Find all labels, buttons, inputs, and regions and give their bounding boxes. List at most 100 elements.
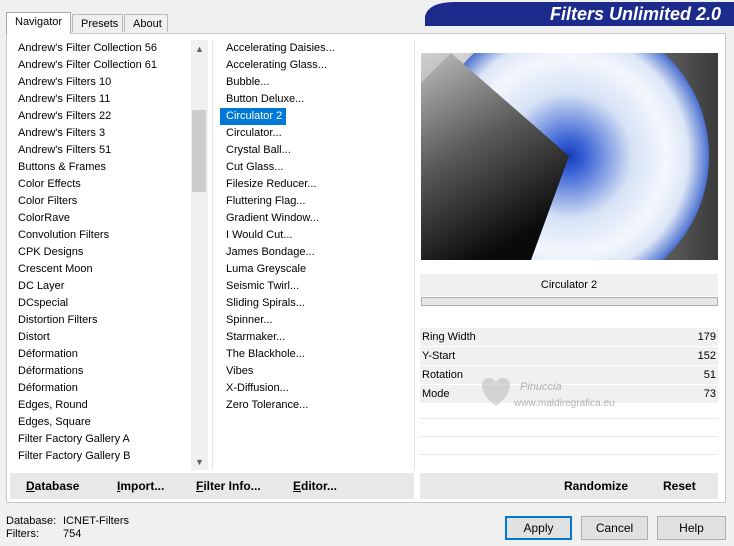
filter-item[interactable]: Accelerating Daisies... [220, 40, 410, 57]
divider [212, 40, 213, 470]
category-item[interactable]: Andrew's Filter Collection 56 [12, 40, 192, 57]
filter-item-label: Button Deluxe... [226, 93, 305, 105]
divider [420, 418, 718, 419]
category-item[interactable]: Edges, Round [12, 397, 192, 414]
svg-text:www.maldiregrafica.eu: www.maldiregrafica.eu [513, 398, 615, 409]
category-item[interactable]: Convolution Filters [12, 227, 192, 244]
filter-item-label: I Would Cut... [226, 229, 293, 241]
banner-title: Filters Unlimited 2.0 [550, 4, 721, 24]
filter-item[interactable]: Crystal Ball... [220, 142, 410, 159]
param-row[interactable]: Y-Start 152 [420, 347, 718, 366]
filters-count: 754 [63, 528, 82, 540]
category-item[interactable]: DCspecial [12, 295, 192, 312]
filter-item-label: Gradient Window... [226, 212, 319, 224]
filter-item[interactable]: Circulator... [220, 125, 410, 142]
category-item[interactable]: Andrew's Filters 3 [12, 125, 192, 142]
database-label: Database: [6, 515, 57, 527]
filter-item-label: X-Diffusion... [226, 382, 289, 394]
help-button[interactable]: Help [657, 516, 726, 540]
category-item[interactable]: ColorRave [12, 210, 192, 227]
param-value: 152 [697, 350, 716, 362]
import-button[interactable]: Import... [117, 473, 164, 499]
filter-item-label: Sliding Spirals... [226, 297, 305, 309]
filter-item[interactable]: Seismic Twirl... [220, 278, 410, 295]
filter-item[interactable]: Bubble... [220, 74, 410, 91]
category-scrollbar[interactable] [191, 40, 208, 470]
param-row[interactable]: Ring Width 179 [420, 328, 718, 347]
filter-item[interactable]: James Bondage... [220, 244, 410, 261]
filter-item-label: The Blackhole... [226, 348, 305, 360]
filter-item[interactable]: Sliding Spirals... [220, 295, 410, 312]
param-name: Y-Start [422, 350, 456, 362]
param-value: 73 [703, 388, 716, 400]
scroll-down-icon[interactable]: ▼ [191, 454, 208, 471]
category-item[interactable]: Edges, Square [12, 414, 192, 431]
reset-button[interactable]: Reset [663, 473, 696, 499]
filter-item[interactable]: Cut Glass... [220, 159, 410, 176]
category-item[interactable]: Déformation [12, 380, 192, 397]
apply-button[interactable]: Apply [505, 516, 572, 540]
filter-item[interactable]: Luma Greyscale [220, 261, 410, 278]
category-item[interactable]: Andrew's Filters 22 [12, 108, 192, 125]
param-value: 179 [697, 331, 716, 343]
filter-item-label: James Bondage... [226, 246, 315, 258]
filter-item-label: Spinner... [226, 314, 273, 326]
filter-item[interactable]: Starmaker... [220, 329, 410, 346]
filter-item-label: Starmaker... [226, 331, 286, 343]
filter-item-label: Filesize Reducer... [226, 178, 317, 190]
tab-about[interactable]: About [124, 14, 168, 32]
svg-text:Pinuccia: Pinuccia [520, 381, 562, 393]
filter-item-label: Seismic Twirl... [226, 280, 300, 292]
category-item[interactable]: Andrew's Filters 51 [12, 142, 192, 159]
cancel-button[interactable]: Cancel [581, 516, 648, 540]
category-item[interactable]: Buttons & Frames [12, 159, 192, 176]
filter-item-label: Crystal Ball... [226, 144, 291, 156]
filter-item[interactable]: Accelerating Glass... [220, 57, 410, 74]
category-item[interactable]: Distortion Filters [12, 312, 192, 329]
filter-item[interactable]: X-Diffusion... [220, 380, 410, 397]
category-item[interactable]: Déformations [12, 363, 192, 380]
filter-name-label: Circulator 2 [420, 274, 718, 296]
editor-button[interactable]: Editor... [293, 473, 337, 499]
category-item[interactable]: Déformation [12, 346, 192, 363]
filter-list[interactable]: Accelerating Daisies... Accelerating Glas… [220, 40, 410, 420]
category-item[interactable]: DC Layer [12, 278, 192, 295]
filter-info-button[interactable]: Filter Info... [196, 473, 261, 499]
category-item[interactable]: Distort [12, 329, 192, 346]
category-item[interactable]: Color Effects [12, 176, 192, 193]
database-value: ICNET-Filters [63, 515, 129, 527]
category-item[interactable]: Filter Factory Gallery A [12, 431, 192, 448]
filter-item[interactable]: Fluttering Flag... [220, 193, 410, 210]
filter-item[interactable]: Filesize Reducer... [220, 176, 410, 193]
category-item[interactable]: Andrew's Filters 10 [12, 74, 192, 91]
category-list[interactable]: Andrew's Filter Collection 56 Andrew's Fi… [12, 40, 192, 472]
filter-control-bar[interactable] [421, 297, 718, 306]
filter-item-label: Luma Greyscale [226, 263, 307, 275]
filter-item[interactable]: Vibes [220, 363, 410, 380]
scroll-up-icon[interactable]: ▲ [191, 41, 208, 58]
category-scroll-thumb[interactable] [192, 110, 206, 192]
banner: Filters Unlimited 2.0 [425, 2, 734, 26]
database-button[interactable]: Database [26, 473, 79, 499]
param-name: Rotation [422, 369, 463, 381]
category-item[interactable]: Crescent Moon [12, 261, 192, 278]
filter-item[interactable]: Button Deluxe... [220, 91, 410, 108]
tab-presets[interactable]: Presets [72, 14, 123, 32]
filter-item[interactable]: Spinner... [220, 312, 410, 329]
category-item[interactable]: CPK Designs [12, 244, 192, 261]
param-value: 51 [703, 369, 716, 381]
randomize-button[interactable]: Randomize [564, 473, 628, 499]
tab-navigator[interactable]: Navigator [6, 12, 71, 34]
filter-item[interactable]: Gradient Window... [220, 210, 410, 227]
filter-item[interactable]: Zero Tolerance... [220, 397, 410, 414]
category-item[interactable]: Andrew's Filters 11 [12, 91, 192, 108]
filter-item-label: Zero Tolerance... [226, 399, 309, 411]
divider [420, 436, 718, 437]
filter-item[interactable]: Circulator 2 [220, 108, 410, 125]
filter-item[interactable]: I Would Cut... [220, 227, 410, 244]
filter-item[interactable]: The Blackhole... [220, 346, 410, 363]
category-item[interactable]: Filter Factory Gallery B [12, 448, 192, 465]
filter-item-label: Cut Glass... [226, 161, 284, 173]
category-item[interactable]: Andrew's Filter Collection 61 [12, 57, 192, 74]
category-item[interactable]: Color Filters [12, 193, 192, 210]
